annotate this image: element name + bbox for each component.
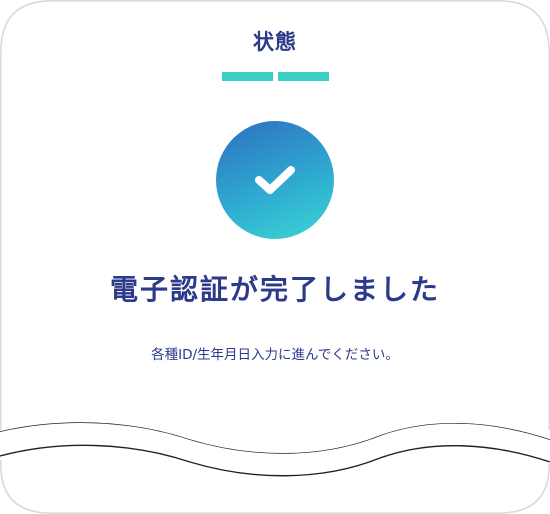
progress-step-1 xyxy=(222,72,273,81)
completion-headline: 電子認証が完了しました xyxy=(109,273,440,306)
instruction-text: 各種ID/生年月日入力に進んでください。 xyxy=(151,347,399,363)
progress-step-2 xyxy=(278,72,329,81)
progress-steps xyxy=(222,72,329,81)
status-screen: 状態 電子認証が完了しました 各種ID/生年月日入力に進んでください。 xyxy=(0,0,550,514)
success-badge xyxy=(216,121,334,239)
checkmark-icon xyxy=(255,166,295,194)
page-title: 状態 xyxy=(253,30,297,54)
